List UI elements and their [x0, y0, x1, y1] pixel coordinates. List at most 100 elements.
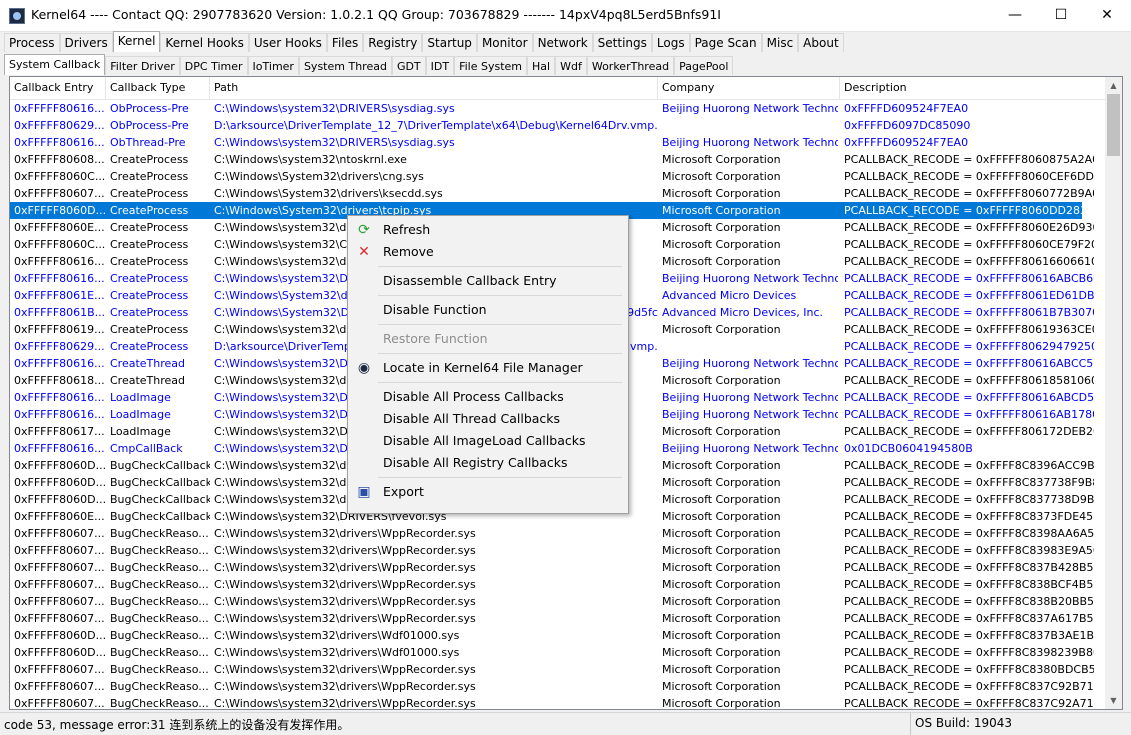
company-cell: Microsoft Corporation — [662, 187, 781, 200]
scroll-up-icon[interactable]: ▲ — [1105, 77, 1122, 94]
tab-kernel[interactable]: Kernel — [112, 31, 161, 52]
tab-process[interactable]: Process — [4, 33, 60, 52]
company-cell: Microsoft Corporation — [662, 561, 781, 574]
scroll-thumb[interactable] — [1107, 94, 1120, 156]
table-row[interactable]: 0xFFFFF80607... CreateProcess C:\Windows\S… — [10, 185, 1094, 202]
subtab-wdf[interactable]: Wdf — [555, 56, 587, 75]
callback-type-cell: BugCheckReaso... — [110, 527, 209, 540]
callback-type-cell: CreateProcess — [110, 323, 189, 336]
menu-item-label: Remove — [383, 244, 434, 259]
column-header-company[interactable]: Company — [658, 77, 840, 99]
tab-misc[interactable]: Misc — [761, 33, 799, 52]
tab-registry[interactable]: Registry — [363, 33, 423, 52]
menu-item-disable-all-thread-callbacks[interactable]: Disable All Thread Callbacks — [350, 408, 626, 430]
table-row[interactable]: 0xFFFFF80607... BugCheckReaso... C:\Window… — [10, 542, 1094, 559]
callback-entry-cell: 0xFFFFF8060D... — [14, 459, 106, 472]
menu-item-label: Refresh — [383, 222, 431, 237]
callback-entry-cell: 0xFFFFF80616... — [14, 255, 105, 268]
callback-entry-cell: 0xFFFFF8060D... — [14, 476, 106, 489]
subtab-dpc-timer[interactable]: DPC Timer — [179, 56, 248, 75]
subtab-system-callback[interactable]: System Callback — [4, 54, 106, 75]
callback-type-cell: CmpCallBack — [110, 442, 183, 455]
minimize-button[interactable]: — — [992, 0, 1038, 31]
menu-item-label: Locate in Kernel64 File Manager — [383, 360, 583, 375]
table-row[interactable]: 0xFFFFF80607... BugCheckReaso... C:\Window… — [10, 695, 1094, 709]
tab-drivers[interactable]: Drivers — [59, 33, 113, 52]
tab-page-scan[interactable]: Page Scan — [689, 33, 762, 52]
table-row[interactable]: 0xFFFFF80616... ObThread-Pre C:\Windows\sy… — [10, 134, 1082, 151]
table-row[interactable]: 0xFFFFF8060C... CreateProcess C:\Windows\S… — [10, 168, 1094, 185]
description-cell: PCALLBACK_RECODE = 0xFFFF8C8380BDCB50 — [844, 663, 1094, 676]
tab-user-hooks[interactable]: User Hooks — [248, 33, 327, 52]
callback-type-cell: BugCheckReaso... — [110, 680, 209, 693]
table-row[interactable]: 0xFFFFF80608... CreateProcess C:\Windows\s… — [10, 151, 1094, 168]
description-cell: PCALLBACK_RECODE = 0xFFFFF8061ED61DB0 — [844, 289, 1094, 302]
list-header: Callback Entry Callback Type Path Compan… — [10, 77, 1106, 100]
table-row[interactable]: 0xFFFFF80607... BugCheckReaso... C:\Window… — [10, 559, 1094, 576]
callback-entry-cell: 0xFFFFF80618... — [14, 374, 105, 387]
os-build: OS Build: 19043 — [910, 713, 1012, 735]
column-header-path[interactable]: Path — [210, 77, 658, 99]
tab-kernel-hooks[interactable]: Kernel Hooks — [160, 33, 249, 52]
table-row[interactable]: 0xFFFFF80607... BugCheckReaso... C:\Window… — [10, 593, 1094, 610]
table-row[interactable]: 0xFFFFF80607... BugCheckReaso... C:\Window… — [10, 525, 1094, 542]
table-row[interactable]: 0xFFFFF80616... ObProcess-Pre C:\Windows\s… — [10, 100, 1082, 117]
maximize-button[interactable]: ☐ — [1038, 0, 1084, 31]
path-cell: C:\Windows\System32\drivers\cng.sys — [214, 170, 424, 183]
table-row[interactable]: 0xFFFFF80607... BugCheckReaso... C:\Window… — [10, 678, 1094, 695]
tab-network[interactable]: Network — [532, 33, 593, 52]
subtab-hal[interactable]: Hal — [527, 56, 556, 75]
subtab-pagepool[interactable]: PagePool — [674, 56, 734, 75]
description-cell: PCALLBACK_RECODE = 0xFFFFF80618581060 — [844, 374, 1094, 387]
menu-item-export[interactable]: ▣ Export — [350, 481, 626, 503]
path-cell: C:\Windows\system32\drivers\WppRecorder.… — [214, 578, 476, 591]
company-cell: Microsoft Corporation — [662, 527, 781, 540]
subtab-file-system[interactable]: File System — [454, 56, 528, 75]
subtab-idt[interactable]: IDT — [425, 56, 455, 75]
column-header-callback-entry[interactable]: Callback Entry — [10, 77, 106, 99]
menu-item-disable-all-process-callbacks[interactable]: Disable All Process Callbacks — [350, 386, 626, 408]
vertical-scrollbar[interactable]: ▲ ▼ — [1105, 77, 1122, 709]
menu-item-disassemble-callback-entry[interactable]: Disassemble Callback Entry — [350, 270, 626, 292]
table-row[interactable]: 0xFFFFF80607... BugCheckReaso... C:\Window… — [10, 610, 1094, 627]
menu-item-locate-in-kernel64-file-manager[interactable]: ◉ Locate in Kernel64 File Manager — [350, 357, 626, 379]
subtab-workerthread[interactable]: WorkerThread — [586, 56, 675, 75]
tab-monitor[interactable]: Monitor — [476, 33, 533, 52]
description-cell: PCALLBACK_RECODE = 0xFFFFF8060772B9A0 — [844, 187, 1094, 200]
column-header-description[interactable]: Description — [840, 77, 1106, 99]
menu-item-refresh[interactable]: ⟳ Refresh — [350, 219, 626, 241]
menu-separator — [378, 324, 622, 325]
description-cell: PCALLBACK_RECODE = 0xFFFFF80616AB1780 — [844, 408, 1094, 421]
menu-item-disable-all-registry-callbacks[interactable]: Disable All Registry Callbacks — [350, 452, 626, 474]
subtab-filter-driver[interactable]: Filter Driver — [105, 56, 180, 75]
column-header-callback-type[interactable]: Callback Type — [106, 77, 210, 99]
tab-files[interactable]: Files — [326, 33, 364, 52]
table-row[interactable]: 0xFFFFF8060D... BugCheckReaso... C:\Window… — [10, 627, 1094, 644]
tab-about[interactable]: About — [798, 33, 844, 52]
subtab-iotimer[interactable]: IoTimer — [247, 56, 299, 75]
callback-entry-cell: 0xFFFFF8060D... — [14, 629, 106, 642]
subtab-gdt[interactable]: GDT — [391, 56, 426, 75]
company-cell: Beijing Huorong Network Technol... — [662, 391, 838, 404]
table-row[interactable]: 0xFFFFF80607... BugCheckReaso... C:\Window… — [10, 661, 1094, 678]
menu-item-remove[interactable]: ✕ Remove — [350, 241, 626, 263]
callback-entry-cell: 0xFFFFF80607... — [14, 187, 105, 200]
tab-settings[interactable]: Settings — [592, 33, 652, 52]
description-cell: PCALLBACK_RECODE = 0xFFFFF80616ABCC50 — [844, 357, 1094, 370]
company-cell: Advanced Micro Devices, Inc. — [662, 306, 824, 319]
close-button[interactable]: ✕ — [1084, 0, 1130, 31]
subtab-system-thread[interactable]: System Thread — [298, 56, 392, 75]
menu-item-disable-all-imageload-callbacks[interactable]: Disable All ImageLoad Callbacks — [350, 430, 626, 452]
callback-entry-cell: 0xFFFFF8060D... — [14, 204, 106, 217]
callback-entry-cell: 0xFFFFF80607... — [14, 595, 105, 608]
table-row[interactable]: 0xFFFFF8060D... BugCheckReaso... C:\Window… — [10, 644, 1094, 661]
callback-entry-cell: 0xFFFFF8060D... — [14, 646, 106, 659]
scroll-down-icon[interactable]: ▼ — [1105, 692, 1122, 709]
tab-startup[interactable]: Startup — [422, 33, 477, 52]
tab-logs[interactable]: Logs — [651, 33, 690, 52]
table-row[interactable]: 0xFFFFF80607... BugCheckReaso... C:\Window… — [10, 576, 1094, 593]
description-cell: PCALLBACK_RECODE = 0xFFFFF806172DEB20 — [844, 425, 1094, 438]
company-cell: Microsoft Corporation — [662, 493, 781, 506]
menu-item-disable-function[interactable]: Disable Function — [350, 299, 626, 321]
table-row[interactable]: 0xFFFFF80629... ObProcess-Pre D:\arksource… — [10, 117, 1082, 134]
